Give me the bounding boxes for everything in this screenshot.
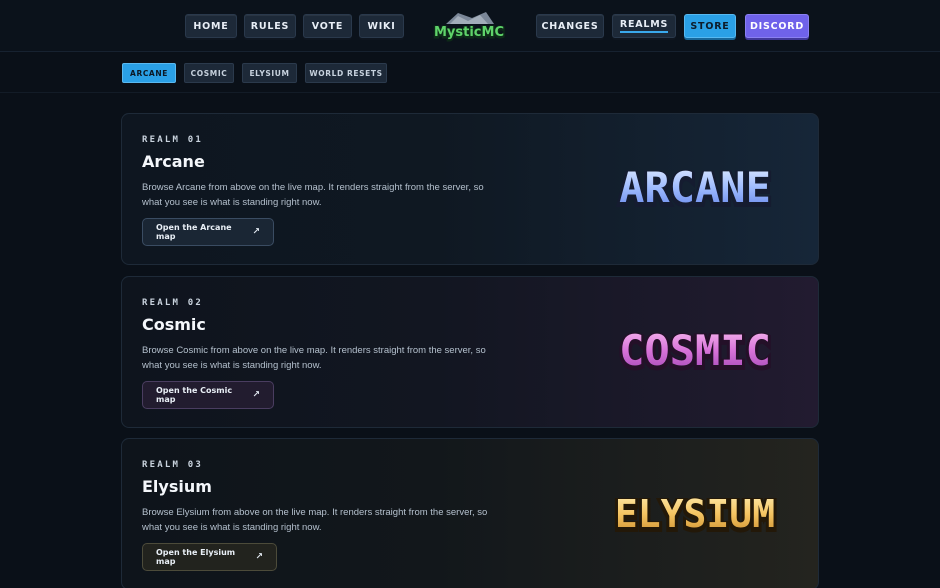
nav-changes-label: CHANGES xyxy=(541,20,599,32)
open-elysium-map-button[interactable]: Open the Elysium map ↗ xyxy=(142,543,277,571)
realm-title: Elysium xyxy=(142,477,212,496)
realm-number: REALM 02 xyxy=(142,298,203,308)
realm-card-elysium: REALM 03 Elysium Browse Elysium from abo… xyxy=(121,438,819,588)
arcane-realm-logo: ARCANE ARCANE xyxy=(616,162,774,216)
elysium-realm-logo: ELYSIUM ELYSIUM xyxy=(612,491,778,541)
nav-wiki-label: WIKI xyxy=(367,20,396,32)
top-navigation: HOME RULES VOTE WIKI MysticMC MysticMC C… xyxy=(0,0,940,52)
external-arrow-icon: ↗ xyxy=(252,390,260,400)
nav-discord-button[interactable]: DISCORD xyxy=(745,14,809,38)
open-arcane-map-button[interactable]: Open the Arcane map ↗ xyxy=(142,218,274,246)
tab-world-resets[interactable]: WORLD RESETS xyxy=(305,63,387,83)
nav-store-label: STORE xyxy=(690,20,730,32)
nav-home-button[interactable]: HOME xyxy=(185,14,237,38)
realm-number: REALM 03 xyxy=(142,460,203,470)
nav-changes-button[interactable]: CHANGES xyxy=(536,14,604,38)
open-cosmic-map-button[interactable]: Open the Cosmic map ↗ xyxy=(142,381,274,409)
logo-wordmark: MysticMC xyxy=(434,25,504,40)
nav-rules-label: RULES xyxy=(250,20,290,32)
nav-vote-button[interactable]: VOTE xyxy=(303,14,352,38)
cosmic-realm-logo: COSMIC COSMIC xyxy=(616,325,774,379)
nav-realms-label: REALMS xyxy=(619,19,669,33)
realm-title: Arcane xyxy=(142,152,205,171)
realm-tabs: ARCANE COSMIC ELYSIUM WORLD RESETS xyxy=(0,53,940,93)
realm-description: Browse Arcane from above on the live map… xyxy=(142,182,484,208)
open-map-label: Open the Elysium map xyxy=(156,548,236,566)
realm-title: Cosmic xyxy=(142,315,206,334)
elysium-logo-text: ELYSIUM xyxy=(615,492,775,536)
tab-cosmic[interactable]: COSMIC xyxy=(184,63,234,83)
realm-description: Browse Cosmic from above on the live map… xyxy=(142,345,486,371)
nav-vote-label: VOTE xyxy=(311,20,344,32)
nav-realms-button[interactable]: REALMS xyxy=(612,14,676,38)
nav-wiki-button[interactable]: WIKI xyxy=(359,14,404,38)
nav-store-button[interactable]: STORE xyxy=(684,14,736,38)
arcane-logo-text: ARCANE xyxy=(619,163,771,212)
nav-discord-label: DISCORD xyxy=(749,20,805,32)
tab-elysium[interactable]: ELYSIUM xyxy=(242,63,297,83)
nav-rules-button[interactable]: RULES xyxy=(244,14,296,38)
realm-card-arcane: REALM 01 Arcane Browse Arcane from above… xyxy=(121,113,819,265)
open-map-label: Open the Cosmic map xyxy=(156,386,233,404)
mysticmc-logo[interactable]: MysticMC MysticMC xyxy=(428,10,510,44)
realm-number: REALM 01 xyxy=(142,135,203,145)
realm-card-cosmic: REALM 02 Cosmic Browse Cosmic from above… xyxy=(121,276,819,428)
open-map-label: Open the Arcane map xyxy=(156,223,232,241)
nav-home-label: HOME xyxy=(193,20,229,32)
tab-arcane[interactable]: ARCANE xyxy=(122,63,176,83)
external-arrow-icon: ↗ xyxy=(255,552,263,562)
cosmic-logo-text: COSMIC xyxy=(619,326,771,375)
external-arrow-icon: ↗ xyxy=(252,227,260,237)
realm-description: Browse Elysium from above on the live ma… xyxy=(142,507,488,533)
